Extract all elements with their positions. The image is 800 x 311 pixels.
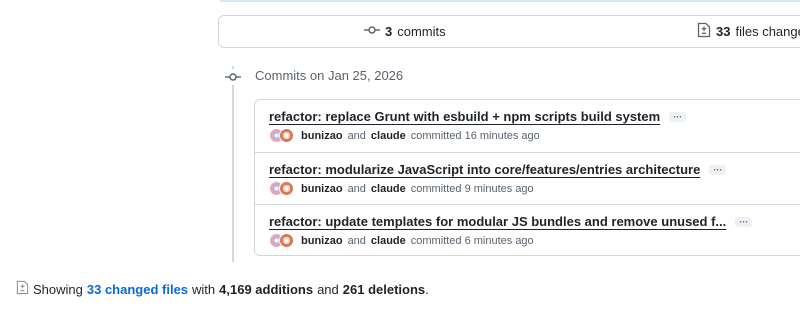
commits-count: 3 <box>385 24 393 39</box>
files-changed-tab[interactable]: 33 files changed <box>697 16 800 47</box>
and-text: and <box>347 183 366 195</box>
and-text: and <box>347 130 366 142</box>
commits-label: commits <box>397 24 446 39</box>
commit-time: committed 16 minutes ago <box>410 130 540 142</box>
and-text: and <box>317 281 339 297</box>
commit-row: refactor: update templates for modular J… <box>255 204 800 256</box>
expand-commit-message-button[interactable]: ··· <box>709 164 727 175</box>
commits-date-heading: Commits on Jan 25, 2026 <box>255 68 404 83</box>
file-diff-icon <box>16 280 29 298</box>
author-link[interactable]: bunizao <box>301 235 343 247</box>
pr-summary-bar: 3 commits 33 files changed <box>218 15 800 48</box>
author-link[interactable]: bunizao <box>301 130 343 142</box>
timeline-line <box>232 66 234 262</box>
expand-commit-message-button[interactable]: ··· <box>735 216 753 227</box>
files-label: files changed <box>735 24 800 39</box>
avatar[interactable] <box>279 233 294 248</box>
showing-text: Showing <box>33 281 83 297</box>
avatar-stack <box>269 128 295 144</box>
commit-time: committed 9 minutes ago <box>410 183 534 195</box>
changed-files-link[interactable]: 33 changed files <box>87 282 188 297</box>
and-text: and <box>347 235 366 247</box>
deletions-count: 261 deletions <box>342 281 426 297</box>
commit-list: refactor: replace Grunt with esbuild + n… <box>254 99 800 256</box>
coauthor-link[interactable]: claude <box>371 130 406 142</box>
diff-summary: Showing 33 changed files with 4,169 addi… <box>16 280 429 298</box>
commit-title-link[interactable]: refactor: modularize JavaScript into cor… <box>269 162 700 177</box>
git-commit-icon <box>364 22 380 41</box>
commit-title-link[interactable]: refactor: replace Grunt with esbuild + n… <box>269 109 660 124</box>
commit-row: refactor: replace Grunt with esbuild + n… <box>255 100 800 152</box>
commit-row: refactor: modularize JavaScript into cor… <box>255 152 800 204</box>
coauthor-link[interactable]: claude <box>371 183 406 195</box>
avatar[interactable] <box>279 181 294 196</box>
expand-commit-message-button[interactable]: ··· <box>669 111 687 122</box>
coauthor-link[interactable]: claude <box>371 235 406 247</box>
file-diff-icon <box>697 22 711 41</box>
git-commit-icon <box>225 69 241 85</box>
commits-tab[interactable]: 3 commits <box>364 16 446 47</box>
avatar-stack <box>269 181 295 197</box>
avatar[interactable] <box>279 128 294 143</box>
commit-title-link[interactable]: refactor: update templates for modular J… <box>269 214 726 229</box>
with-text: with <box>192 281 216 297</box>
avatar-stack <box>269 233 295 249</box>
period-text: . <box>425 281 429 297</box>
author-link[interactable]: bunizao <box>301 183 343 195</box>
additions-count: 4,169 additions <box>219 281 314 297</box>
commit-time: committed 6 minutes ago <box>410 235 534 247</box>
top-divider <box>220 0 800 2</box>
files-count: 33 <box>716 24 731 39</box>
